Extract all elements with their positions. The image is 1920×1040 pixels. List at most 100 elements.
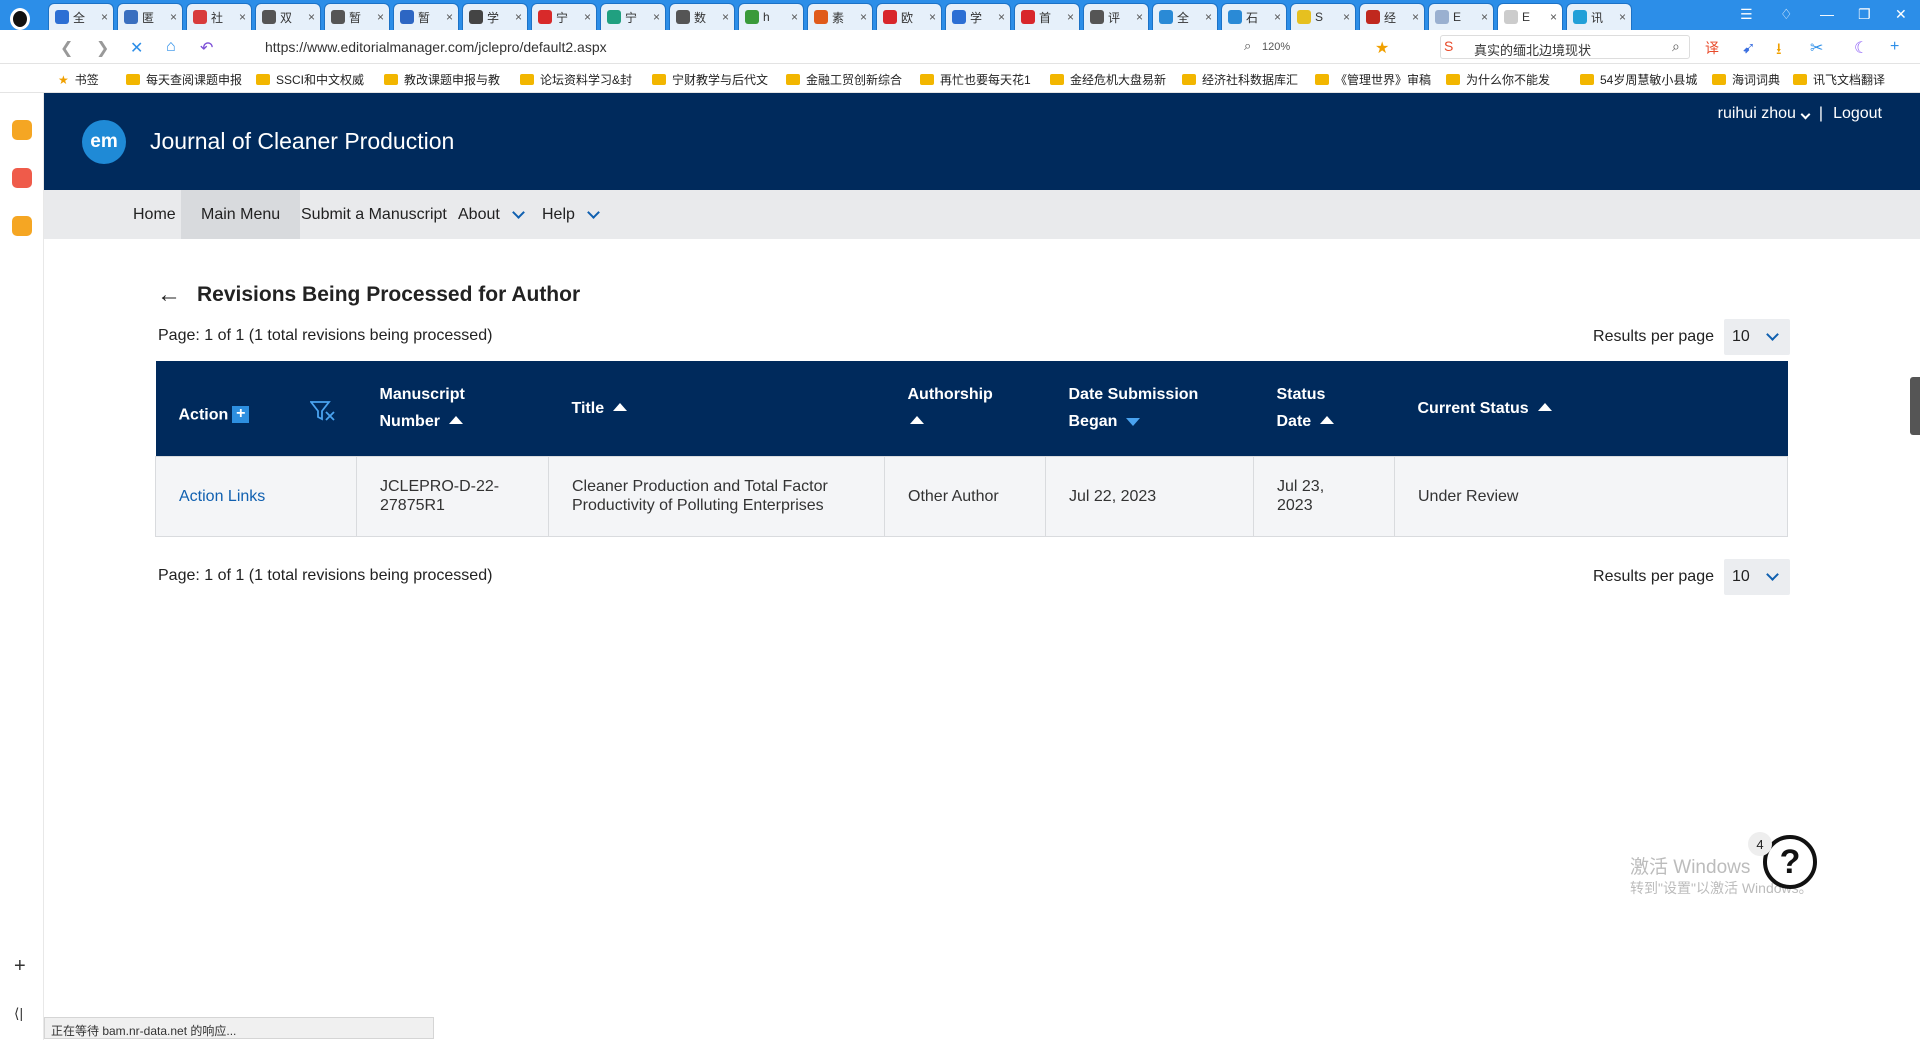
bookmark-item[interactable]: 为什么你不能发 (1446, 71, 1550, 88)
browser-tab[interactable]: 暂 × (324, 3, 390, 30)
browser-tab[interactable]: 讯 × (1566, 3, 1632, 30)
bookmark-item[interactable]: 讯飞文档翻译 (1793, 71, 1885, 88)
tab-close-icon[interactable]: × (101, 10, 108, 24)
sort-descending-icon[interactable] (1126, 418, 1141, 427)
col-title[interactable]: Title (549, 361, 885, 456)
tab-close-icon[interactable]: × (722, 10, 729, 24)
bookmark-item[interactable]: SSCI和中文权威 (256, 71, 364, 88)
download-icon[interactable]: ⭳ (1776, 38, 1782, 65)
browser-tab[interactable]: 社 × (186, 3, 252, 30)
tab-close-icon[interactable]: × (446, 10, 453, 24)
col-current-status[interactable]: Current Status (1395, 361, 1788, 456)
browser-tab[interactable]: 首 × (1014, 3, 1080, 30)
browser-tab[interactable]: E × (1428, 3, 1494, 30)
tab-close-icon[interactable]: × (1481, 10, 1488, 24)
logout-link[interactable]: Logout (1833, 105, 1882, 123)
browser-tab[interactable]: 宁 × (600, 3, 666, 30)
col-manuscript-number[interactable]: Manuscript Number (357, 361, 549, 456)
em-logo[interactable]: em (82, 120, 126, 164)
tab-close-icon[interactable]: × (239, 10, 246, 24)
browser-tab[interactable]: 石 × (1221, 3, 1287, 30)
bookmark-item[interactable]: 《管理世界》审稿 (1315, 71, 1431, 88)
browser-tab[interactable]: 欧 × (876, 3, 942, 30)
results-per-page-select[interactable]: 10 (1724, 559, 1790, 595)
browser-tab[interactable]: 全 × (48, 3, 114, 30)
bookmark-item[interactable]: 金经危机大盘易新 (1050, 71, 1166, 88)
tab-close-icon[interactable]: × (584, 10, 591, 24)
bookmark-item[interactable]: 教改课题申报与教 (384, 71, 500, 88)
qq-logo-icon[interactable] (10, 8, 30, 30)
add-rail-icon[interactable]: + (14, 955, 26, 978)
favorites-rail-icon[interactable] (12, 120, 32, 140)
bookmark-item[interactable]: 论坛资料学习&封 (520, 71, 632, 88)
home-icon[interactable]: ⌂ (166, 38, 176, 56)
new-tab-icon[interactable]: + (1890, 38, 1899, 56)
sogou-icon[interactable]: S (1444, 38, 1453, 54)
bookmark-item[interactable]: 经济社科数据库汇 (1182, 71, 1298, 88)
sort-ascending-icon[interactable] (613, 402, 628, 411)
tab-close-icon[interactable]: × (1067, 10, 1074, 24)
tab-close-icon[interactable]: × (929, 10, 936, 24)
tab-close-icon[interactable]: × (1412, 10, 1419, 24)
tab-close-icon[interactable]: × (1343, 10, 1350, 24)
zoom-icon[interactable]: ⌕ (1244, 38, 1251, 54)
bookmark-item[interactable]: 每天查阅课题申报 (126, 71, 242, 88)
bookmark-item[interactable]: 54岁周慧敏小县城 (1580, 71, 1697, 88)
browser-tab[interactable]: 素 × (807, 3, 873, 30)
bookmark-item[interactable]: 宁财教学与后代文 (652, 71, 768, 88)
weibo-rail-icon[interactable] (12, 168, 32, 188)
tab-close-icon[interactable]: × (1550, 10, 1557, 24)
close-window-icon[interactable]: ✕ (1895, 6, 1907, 23)
tab-close-icon[interactable]: × (1205, 10, 1212, 24)
scrollbar-thumb[interactable] (1910, 377, 1920, 435)
col-status-date[interactable]: Status Date (1254, 361, 1395, 456)
menu-icon[interactable]: ☰ (1740, 6, 1753, 23)
user-menu[interactable]: ruihui zhou (1718, 105, 1811, 123)
sort-ascending-icon[interactable] (1537, 402, 1552, 411)
browser-tab[interactable]: h × (738, 3, 804, 30)
scissors-icon[interactable]: ✂ (1810, 38, 1823, 58)
favorite-star-icon[interactable]: ★ (1375, 38, 1389, 58)
browser-tab[interactable]: E × (1497, 3, 1563, 30)
browser-tab[interactable]: 全 × (1152, 3, 1218, 30)
stop-icon[interactable]: ✕ (130, 38, 143, 58)
bookmark-item[interactable]: 金融工贸创新综合 (786, 71, 902, 88)
back-icon[interactable]: ❮ (60, 38, 73, 58)
tab-close-icon[interactable]: × (515, 10, 522, 24)
browser-tab[interactable]: 评 × (1083, 3, 1149, 30)
moon-icon[interactable]: ☾ (1854, 38, 1868, 58)
translate-icon[interactable]: 译 (1705, 38, 1719, 58)
search-rail-icon[interactable] (12, 216, 32, 236)
zoom-level[interactable]: 120% (1262, 41, 1290, 53)
search-input[interactable]: 真实的缅北边境现状 (1474, 40, 1591, 59)
action-links-link[interactable]: Action Links (179, 488, 265, 505)
browser-tab[interactable]: S × (1290, 3, 1356, 30)
bookmarks-label[interactable]: ★ 书签 (58, 71, 99, 88)
tab-close-icon[interactable]: × (170, 10, 177, 24)
undo-icon[interactable]: ↶ (200, 38, 213, 58)
tab-close-icon[interactable]: × (1619, 10, 1626, 24)
tab-close-icon[interactable]: × (791, 10, 798, 24)
col-authorship[interactable]: Authorship (885, 361, 1046, 456)
browser-tab[interactable]: 学 × (945, 3, 1011, 30)
tab-close-icon[interactable]: × (1274, 10, 1281, 24)
expand-plus-icon[interactable]: + (232, 406, 250, 424)
collapse-rail-icon[interactable]: ⟨| (14, 1005, 23, 1022)
tab-close-icon[interactable]: × (1136, 10, 1143, 24)
browser-tab[interactable]: 匿 × (117, 3, 183, 30)
tab-close-icon[interactable]: × (860, 10, 867, 24)
browser-tab[interactable]: 双 × (255, 3, 321, 30)
browser-tab[interactable]: 数 × (669, 3, 735, 30)
url-field[interactable]: https://www.editorialmanager.com/jclepro… (265, 39, 607, 55)
forward-icon[interactable]: ❯ (96, 38, 109, 58)
tab-close-icon[interactable]: × (377, 10, 384, 24)
bookmark-item[interactable]: 再忙也要每天花1 (920, 71, 1031, 88)
results-per-page-select[interactable]: 10 (1724, 319, 1790, 355)
search-icon[interactable]: ⌕ (1672, 38, 1680, 55)
restore-icon[interactable]: ❐ (1858, 6, 1871, 23)
sort-ascending-icon[interactable] (909, 416, 924, 425)
bookmark-item[interactable]: 海词词典 (1712, 71, 1780, 88)
clear-filter-icon[interactable] (308, 400, 336, 431)
tab-close-icon[interactable]: × (653, 10, 660, 24)
browser-tab[interactable]: 学 × (462, 3, 528, 30)
